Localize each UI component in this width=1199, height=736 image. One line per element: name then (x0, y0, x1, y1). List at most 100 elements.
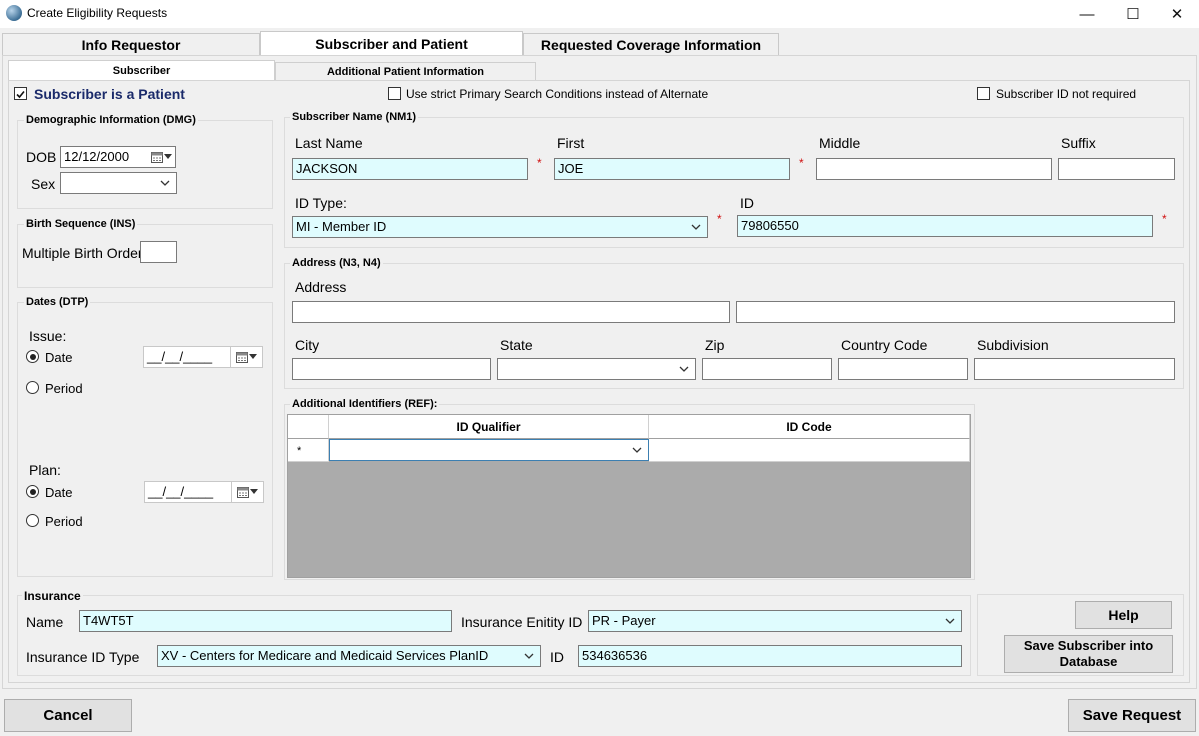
subscriber-id-label: ID (740, 195, 754, 211)
checkmark-icon (16, 90, 25, 99)
subtab-additional-patient-info[interactable]: Additional Patient Information (275, 62, 536, 81)
id-not-required-label: Subscriber ID not required (996, 87, 1137, 101)
window-title: Create Eligibility Requests (27, 6, 168, 20)
address-label: Address (295, 279, 347, 295)
id-code-cell[interactable] (649, 439, 970, 462)
subscriber-is-patient-label: Subscriber is a Patient (34, 86, 185, 102)
subtab-subscriber[interactable]: Subscriber (8, 60, 275, 81)
strict-primary-label: Use strict Primary Search Conditions ins… (406, 87, 709, 101)
insurance-id-input[interactable]: 534636536 (578, 645, 962, 667)
plan-date-label: Date (45, 485, 73, 500)
grid-row-header-corner (288, 415, 329, 439)
sex-select[interactable] (60, 172, 177, 194)
sex-label: Sex (31, 176, 56, 192)
issue-date-value: __/__/____ (147, 349, 213, 364)
strict-primary-checkbox[interactable] (388, 87, 401, 100)
tab-subscriber-and-patient[interactable]: Subscriber and Patient (260, 31, 523, 56)
title-bar (0, 0, 1199, 28)
save-request-button[interactable]: Save Request (1068, 699, 1196, 732)
suffix-input[interactable] (1058, 158, 1175, 180)
chevron-down-icon (679, 366, 689, 372)
birth-sequence-title: Birth Sequence (INS) (24, 218, 138, 230)
minimize-button[interactable]: — (1064, 0, 1110, 28)
chevron-down-icon (945, 618, 955, 624)
last-name-label: Last Name (295, 135, 363, 151)
dob-date-picker[interactable]: 12/12/2000 (60, 146, 176, 168)
insurance-entity-id-label: Insurance Enitity ID (461, 614, 583, 630)
demographic-group-title: Demographic Information (DMG) (24, 114, 198, 126)
insurance-entity-id-value: PR - Payer (592, 613, 656, 628)
chevron-down-icon (160, 180, 170, 186)
plan-date-value: __/__/____ (148, 484, 214, 499)
dates-group-title: Dates (DTP) (24, 296, 91, 308)
issue-date-picker[interactable]: __/__/____ (143, 346, 263, 368)
calendar-dropdown-icon[interactable] (230, 347, 262, 367)
new-row-marker: * (288, 439, 329, 462)
additional-identifiers-title: Additional Identifiers (REF): (290, 398, 440, 410)
chevron-down-icon (524, 653, 534, 659)
chevron-down-icon (691, 224, 701, 230)
first-name-input[interactable]: JOE (554, 158, 790, 180)
subscriber-id-input[interactable]: 79806550 (737, 215, 1153, 237)
last-name-input[interactable]: JACKSON (292, 158, 528, 180)
state-select[interactable] (497, 358, 696, 380)
zip-input[interactable] (702, 358, 832, 380)
close-button[interactable]: ✕ (1154, 0, 1199, 28)
id-not-required-checkbox[interactable] (977, 87, 990, 100)
issue-period-radio[interactable] (26, 381, 39, 394)
suffix-label: Suffix (1061, 135, 1096, 151)
plan-date-picker[interactable]: __/__/____ (144, 481, 264, 503)
cancel-button[interactable]: Cancel (4, 699, 132, 732)
maximize-button[interactable]: ☐ (1110, 0, 1156, 28)
subdivision-label: Subdivision (977, 337, 1049, 353)
calendar-dropdown-icon[interactable] (231, 482, 263, 502)
help-button[interactable]: Help (1075, 601, 1172, 629)
issue-date-radio[interactable] (26, 350, 39, 363)
state-label: State (500, 337, 533, 353)
issue-date-label: Date (45, 350, 73, 365)
id-qualifier-select[interactable] (329, 439, 649, 461)
zip-label: Zip (705, 337, 725, 353)
column-header-id-code[interactable]: ID Code (649, 415, 970, 439)
plan-period-radio[interactable] (26, 514, 39, 527)
insurance-name-label: Name (26, 614, 64, 630)
middle-name-input[interactable] (816, 158, 1052, 180)
save-subscriber-button[interactable]: Save Subscriber into Database (1004, 635, 1173, 673)
plan-period-label: Period (45, 514, 83, 529)
plan-label: Plan: (29, 462, 61, 478)
id-type-label: ID Type: (295, 195, 347, 211)
city-input[interactable] (292, 358, 491, 380)
insurance-id-type-value: XV - Centers for Medicare and Medicaid S… (161, 648, 489, 663)
insurance-id-type-select[interactable]: XV - Centers for Medicare and Medicaid S… (157, 645, 541, 667)
insurance-name-input[interactable]: T4WT5T (79, 610, 452, 632)
id-type-select[interactable]: MI - Member ID (292, 216, 708, 238)
insurance-id-type-label: Insurance ID Type (26, 649, 140, 665)
tab-info-requestor[interactable]: Info Requestor (2, 33, 260, 56)
chevron-down-icon (632, 447, 642, 453)
insurance-entity-id-select[interactable]: PR - Payer (588, 610, 962, 632)
insurance-group-title: Insurance (22, 589, 83, 603)
subscriber-id-required-mark: * (1162, 212, 1167, 226)
subscriber-is-patient-checkbox[interactable] (14, 87, 27, 100)
address-line1-input[interactable] (292, 301, 730, 323)
middle-name-label: Middle (819, 135, 861, 151)
city-label: City (295, 337, 320, 353)
multiple-birth-label: Multiple Birth Order (22, 245, 143, 261)
multiple-birth-input[interactable] (140, 241, 177, 263)
address-line2-input[interactable] (736, 301, 1175, 323)
subdivision-input[interactable] (974, 358, 1175, 380)
dob-label: DOB (26, 149, 57, 165)
id-type-required-mark: * (717, 212, 722, 226)
subscriber-name-title: Subscriber Name (NM1) (290, 111, 419, 123)
issue-period-label: Period (45, 381, 83, 396)
calendar-dropdown-icon[interactable] (145, 147, 175, 167)
tab-requested-coverage[interactable]: Requested Coverage Information (523, 33, 779, 56)
column-header-id-qualifier[interactable]: ID Qualifier (329, 415, 649, 439)
app-globe-icon (6, 5, 22, 21)
first-name-required-mark: * (799, 156, 804, 170)
issue-label: Issue: (29, 328, 67, 344)
identifiers-grid[interactable]: ID Qualifier ID Code * (287, 414, 971, 578)
plan-date-radio[interactable] (26, 485, 39, 498)
address-group-title: Address (N3, N4) (290, 257, 383, 269)
country-code-input[interactable] (838, 358, 968, 380)
